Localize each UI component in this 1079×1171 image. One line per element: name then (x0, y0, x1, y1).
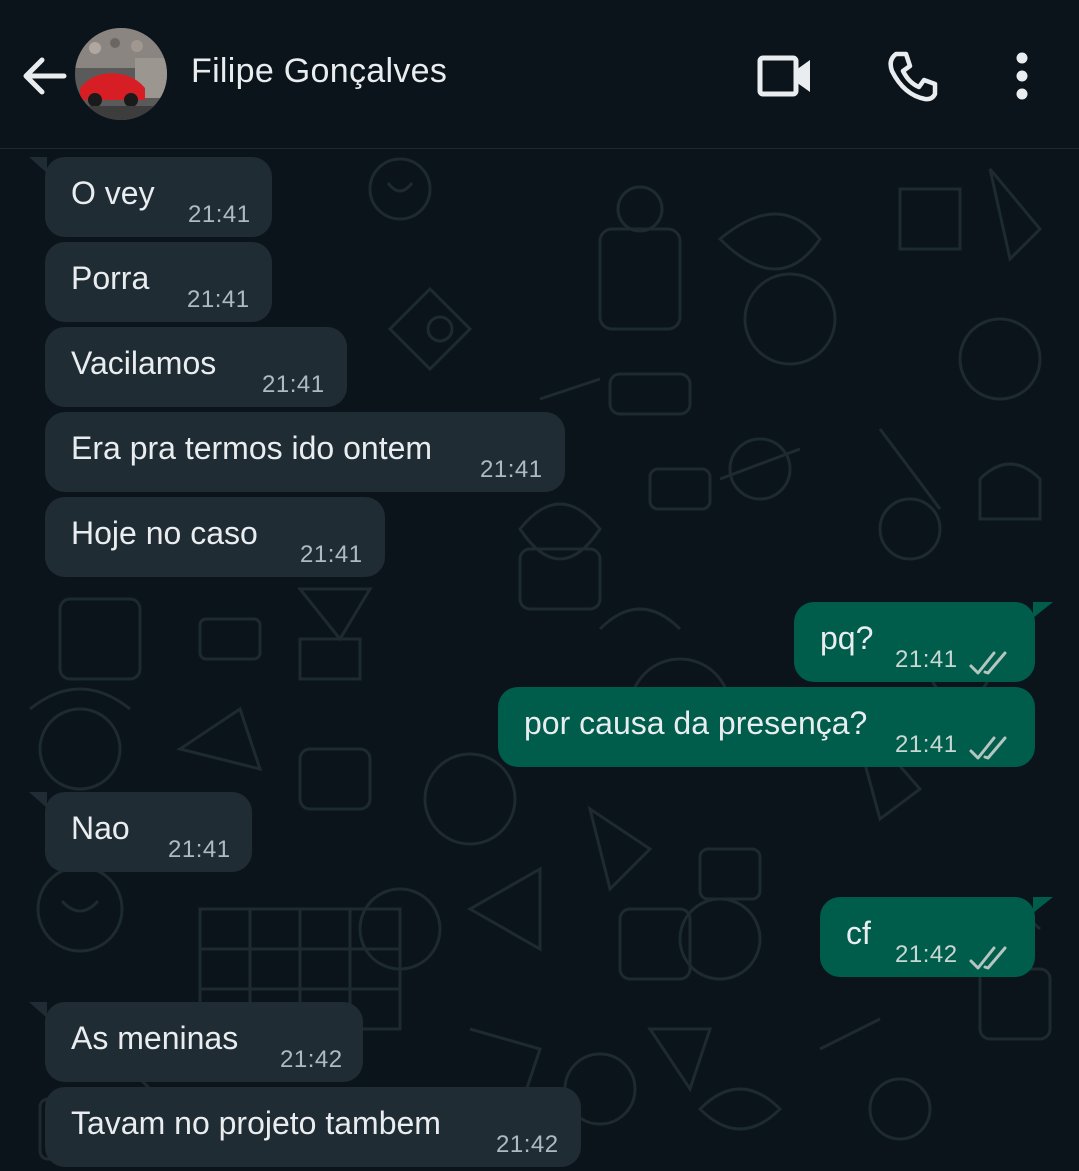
incoming-message[interactable]: O vey 21:41 (29, 157, 272, 237)
outgoing-message[interactable]: cf 21:42 (820, 897, 1053, 977)
message-time: 21:41 (262, 371, 325, 398)
message-text: Porra (71, 260, 150, 296)
incoming-message[interactable]: Porra 21:41 (45, 242, 272, 322)
bubble-tail (1033, 897, 1053, 913)
message-time: 21:41 (895, 731, 958, 758)
contact-avatar[interactable] (75, 28, 167, 120)
bubble-tail (29, 792, 47, 808)
bubble-tail (29, 157, 47, 173)
video-call-button[interactable] (756, 46, 816, 106)
double-check-icon (969, 946, 1007, 970)
message-text: As meninas (71, 1020, 239, 1056)
incoming-message[interactable]: Tavam no projeto tambem 21:42 (45, 1087, 581, 1167)
double-check-icon (969, 651, 1007, 675)
message-time: 21:41 (300, 541, 363, 568)
more-vertical-icon (1016, 52, 1028, 100)
message-time: 21:42 (280, 1046, 343, 1073)
more-options-button[interactable] (1000, 46, 1044, 106)
message-text: Tavam no projeto tambem (71, 1105, 441, 1141)
message-text: Era pra termos ido ontem (71, 430, 433, 466)
message-time: 21:41 (188, 201, 251, 228)
message-time: 21:42 (496, 1131, 559, 1158)
message-text: Nao (71, 810, 130, 846)
incoming-message[interactable]: Nao 21:41 (29, 792, 252, 872)
incoming-message[interactable]: Era pra termos ido ontem 21:41 (45, 412, 565, 492)
incoming-message[interactable]: Hoje no caso 21:41 (45, 497, 385, 577)
message-list[interactable]: O vey 21:41 Porra 21:41 Vacilamos 21:41 … (0, 149, 1079, 1171)
contact-name[interactable]: Filipe Gonçalves (191, 52, 447, 91)
bubble-tail (1033, 602, 1053, 618)
video-call-icon (757, 55, 810, 97)
message-text: pq? (820, 620, 874, 656)
double-check-icon (969, 736, 1007, 760)
incoming-message[interactable]: As meninas 21:42 (29, 1002, 363, 1082)
arrow-left-icon (23, 57, 67, 95)
message-time: 21:41 (187, 286, 250, 313)
message-text: cf (846, 915, 871, 951)
outgoing-message[interactable]: pq? 21:41 (794, 602, 1053, 682)
message-text: Hoje no caso (71, 515, 258, 551)
phone-icon (888, 51, 938, 102)
voice-call-button[interactable] (882, 46, 942, 106)
back-button[interactable] (18, 50, 70, 102)
message-text: Vacilamos (71, 345, 217, 381)
message-time: 21:41 (895, 646, 958, 673)
message-text: O vey (71, 175, 155, 211)
message-time: 21:41 (480, 456, 543, 483)
bubble-tail (29, 1002, 47, 1018)
message-time: 21:41 (168, 836, 231, 863)
avatar-photo (75, 28, 167, 120)
outgoing-message[interactable]: por causa da presença? 21:41 (498, 687, 1035, 767)
incoming-message[interactable]: Vacilamos 21:41 (45, 327, 347, 407)
message-text: por causa da presença? (524, 705, 868, 741)
message-time: 21:42 (895, 941, 958, 968)
chat-header: Filipe Gonçalves (0, 0, 1079, 149)
